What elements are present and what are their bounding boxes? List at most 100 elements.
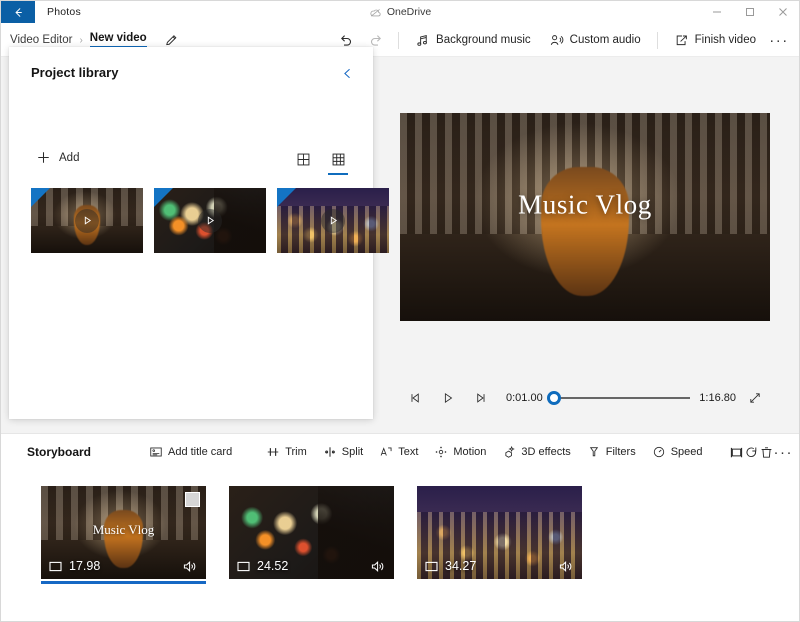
undo-icon — [341, 35, 352, 46]
next-frame-icon — [477, 393, 485, 403]
storyboard-clip-list: Music Vlog 17.98 24.52 34.27 — [41, 486, 582, 584]
3d-effects-icon — [505, 445, 516, 458]
text-label: Text — [398, 446, 419, 458]
custom-audio-label: Custom audio — [569, 34, 641, 46]
storyboard-more-button[interactable]: ··· — [774, 439, 794, 465]
add-title-card-button[interactable]: Add title card — [141, 439, 240, 465]
onedrive-icon — [370, 8, 381, 17]
add-media-button[interactable]: Add — [36, 150, 79, 165]
play-icon — [84, 216, 91, 225]
library-item-1-play[interactable] — [75, 208, 99, 233]
previous-frame-button[interactable] — [400, 385, 432, 411]
speed-button[interactable]: Speed — [644, 439, 711, 465]
storyboard-clip-2[interactable]: 24.52 — [229, 486, 394, 579]
trim-icon — [267, 448, 279, 456]
grid-small-icon — [332, 153, 344, 165]
fullscreen-button[interactable] — [740, 385, 770, 411]
app-title: Photos — [47, 6, 81, 18]
grid-large-view-button[interactable] — [290, 147, 316, 171]
minimize-button[interactable] — [700, 1, 733, 23]
custom-audio-button[interactable]: Custom audio — [540, 27, 650, 53]
playback-controls: 0:01.00 1:16.80 — [400, 383, 770, 413]
3d-effects-label: 3D effects — [521, 446, 571, 458]
background-music-button[interactable]: Background music — [406, 27, 540, 53]
storyboard-clip-3-audio-button[interactable] — [559, 560, 574, 573]
library-item-3-badge — [277, 188, 296, 207]
library-item-2-badge — [154, 188, 173, 207]
redo-icon — [371, 35, 382, 46]
storyboard-toolbar: Add title card Trim Split Text Motion 3D… — [141, 434, 793, 470]
library-item-1-badge — [31, 188, 50, 207]
storyboard-clip-1-meta: 17.98 — [41, 553, 206, 579]
window-controls — [700, 1, 799, 23]
minimize-icon — [712, 11, 721, 13]
resize-button[interactable] — [729, 439, 744, 465]
storyboard-clip-2-duration-label: 24.52 — [257, 559, 289, 573]
export-icon — [676, 35, 687, 45]
rotate-button[interactable] — [744, 439, 759, 465]
play-icon — [330, 216, 337, 225]
delete-button[interactable] — [759, 439, 774, 465]
speaker-icon — [559, 560, 572, 572]
video-frame-icon — [49, 561, 62, 571]
breadcrumb-current-project[interactable]: New video — [89, 32, 147, 48]
close-button[interactable] — [766, 1, 799, 23]
trim-button[interactable]: Trim — [258, 439, 315, 465]
library-item-2-play[interactable] — [198, 208, 222, 233]
library-item-2[interactable] — [154, 188, 266, 253]
previous-frame-icon — [411, 393, 419, 403]
playback-thumb[interactable] — [546, 391, 561, 405]
storyboard-clip-1-duration: 17.98 — [49, 559, 100, 573]
speaker-icon — [183, 560, 196, 572]
filters-button[interactable]: Filters — [579, 439, 644, 465]
back-arrow-icon — [14, 7, 22, 17]
video-editor-window: Photos OneDrive Video Editor › New video… — [0, 0, 800, 622]
text-icon — [380, 447, 392, 456]
finish-video-button[interactable]: Finish video — [665, 27, 765, 53]
next-frame-button[interactable] — [464, 385, 496, 411]
finish-video-label: Finish video — [694, 34, 756, 46]
play-icon — [444, 392, 453, 404]
title-card-icon — [150, 447, 162, 457]
storyboard-title: Storyboard — [27, 445, 92, 459]
command-more-button[interactable]: ··· — [765, 27, 793, 53]
speed-icon — [653, 446, 664, 458]
motion-button[interactable]: Motion — [426, 439, 494, 465]
grid-small-view-button[interactable] — [325, 147, 351, 175]
storyboard-clip-1-audio-button[interactable] — [183, 560, 198, 573]
pencil-icon — [165, 34, 177, 45]
motion-icon — [435, 446, 447, 458]
video-frame-icon — [237, 561, 250, 571]
command-divider-1 — [398, 31, 400, 49]
rename-project-button[interactable] — [164, 33, 179, 48]
music-note-icon — [417, 34, 427, 46]
project-library-title: Project library — [31, 65, 119, 80]
library-item-1[interactable] — [31, 188, 143, 253]
storyboard-clip-1[interactable]: Music Vlog 17.98 — [41, 486, 206, 584]
library-view-toggle — [290, 147, 351, 175]
play-button[interactable] — [432, 385, 464, 411]
3d-effects-button[interactable]: 3D effects — [494, 439, 578, 465]
collapse-library-button[interactable] — [335, 61, 359, 85]
breadcrumb-separator: › — [79, 34, 83, 46]
motion-label: Motion — [453, 446, 487, 458]
video-preview[interactable]: Music Vlog — [400, 113, 770, 321]
storyboard-clip-1-checkbox[interactable] — [185, 492, 200, 507]
onedrive-label: OneDrive — [386, 6, 432, 18]
playback-slider[interactable] — [546, 388, 691, 408]
split-button[interactable]: Split — [315, 439, 371, 465]
library-item-3[interactable] — [277, 188, 389, 253]
command-divider-2 — [656, 31, 658, 49]
resize-icon — [730, 447, 742, 457]
back-button[interactable] — [1, 1, 35, 23]
library-item-3-play[interactable] — [321, 208, 345, 233]
storyboard-clip-2-audio-button[interactable] — [371, 560, 386, 573]
person-audio-icon — [550, 34, 563, 45]
storyboard-clip-1-duration-label: 17.98 — [69, 559, 101, 573]
text-button[interactable]: Text — [371, 439, 426, 465]
speaker-icon — [371, 560, 384, 572]
maximize-button[interactable] — [733, 1, 766, 23]
chevron-left-icon — [343, 68, 350, 78]
breadcrumb-video-editor[interactable]: Video Editor — [10, 34, 72, 46]
storyboard-clip-3[interactable]: 34.27 — [417, 486, 582, 579]
